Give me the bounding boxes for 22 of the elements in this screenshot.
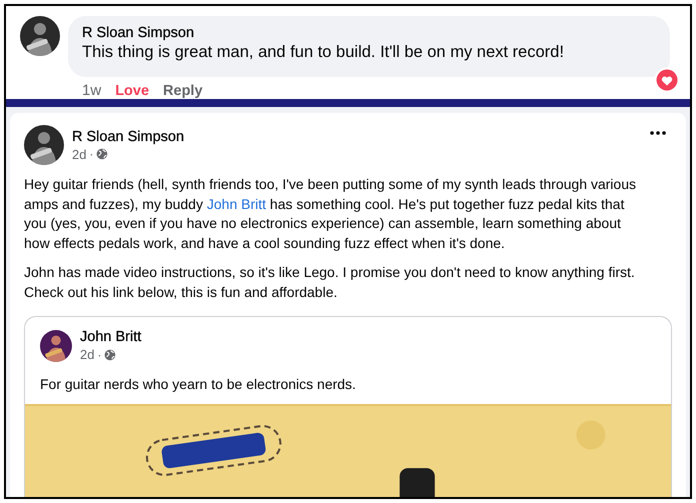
separator-dot: ·: [97, 348, 102, 362]
comment-time: 1w: [82, 82, 102, 99]
post-text: Hey guitar friends (hell, synth friends too, I've been putting some of my synth leads through various amps and fuzzes), my buddy John Britt has something cool. He's put together fuzz pedal kits that you (yes, you, even if you have no electronics experience) can assemble, learn something about how effects pedals work, and have a cool sounding fuzz effect when it's done.: [24, 175, 637, 253]
profile-link[interactable]: John Britt: [206, 196, 266, 212]
heart-icon: [654, 67, 680, 93]
reply-link[interactable]: Reply: [163, 83, 203, 99]
globe-icon: [96, 148, 108, 160]
avatar[interactable]: [20, 16, 60, 56]
post-text: For guitar nerds who yearn to be electronics nerds.: [39, 376, 357, 392]
author-name[interactable]: R Sloan Simpson: [72, 128, 642, 144]
post-text: John has made video instructions, so it's like Lego. I promise you don't need to know anything first. Check out his link below, this is fun and affordable.: [24, 263, 636, 302]
globe-icon: [104, 348, 116, 360]
avatar[interactable]: [40, 330, 72, 362]
avatar[interactable]: [24, 125, 64, 165]
post-time[interactable]: 2d: [72, 146, 86, 162]
post-time[interactable]: 2d: [80, 347, 94, 362]
author-name[interactable]: John Britt: [80, 329, 656, 345]
comment-text: This thing is great man, and fun to build. It'll be on my next record!: [82, 43, 565, 62]
love-link[interactable]: Love: [115, 83, 150, 99]
more-icon[interactable]: [650, 131, 666, 135]
separator-dot: ·: [89, 147, 94, 161]
author-name[interactable]: R Sloan Simpson: [82, 25, 656, 41]
